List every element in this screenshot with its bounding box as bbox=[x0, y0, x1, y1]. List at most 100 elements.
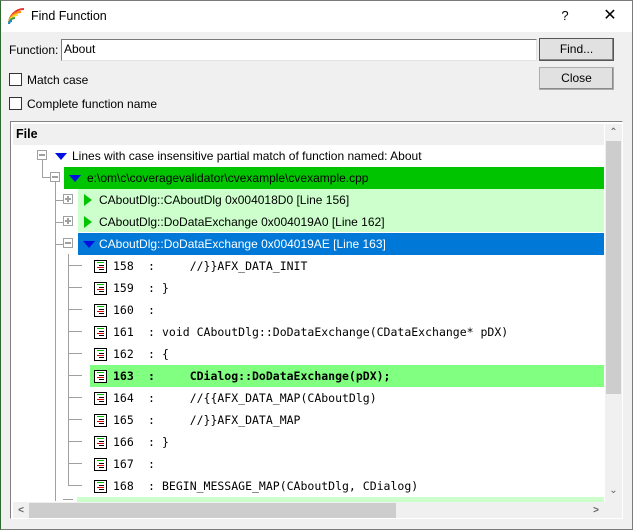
find-button[interactable]: Find... bbox=[539, 38, 614, 61]
tree-line bbox=[68, 463, 82, 464]
scroll-left-button[interactable]: < bbox=[13, 502, 29, 518]
match-case-label: Match case bbox=[27, 73, 89, 87]
source-code-line[interactable]: } bbox=[162, 277, 169, 299]
tree-line bbox=[68, 331, 82, 332]
tree-line bbox=[63, 499, 73, 500]
source-line-icon bbox=[94, 392, 107, 405]
line-separator: : bbox=[148, 479, 155, 493]
tree-line bbox=[68, 441, 82, 442]
tree-line bbox=[55, 181, 56, 501]
line-number: 167 bbox=[113, 457, 134, 471]
source-code-line[interactable]: //}}AFX_DATA_INIT bbox=[162, 255, 308, 277]
source-line-icon bbox=[94, 458, 107, 471]
function-label: Function: bbox=[9, 43, 59, 57]
tree-node-function-selected[interactable]: CAboutDlg::DoDataExchange 0x004019AE [Li… bbox=[99, 233, 386, 255]
scrollbar-corner bbox=[605, 502, 622, 518]
tree-line bbox=[55, 200, 63, 201]
source-line-icon bbox=[94, 414, 107, 427]
tree-line bbox=[55, 222, 63, 223]
source-code-line[interactable]: void CAboutDlg::DoDataExchange(CDataExch… bbox=[162, 321, 508, 343]
tree-line bbox=[68, 265, 82, 266]
tree-line bbox=[42, 160, 43, 178]
line-number: 168 bbox=[113, 479, 134, 493]
scroll-right-button[interactable]: > bbox=[588, 502, 604, 518]
tree-line bbox=[68, 254, 69, 485]
line-number: 160 bbox=[113, 303, 134, 317]
vertical-scroll-thumb[interactable] bbox=[606, 141, 621, 394]
find-function-dialog: Find Function ? ✕ Function: About Find..… bbox=[0, 0, 633, 530]
expand-toggle[interactable] bbox=[63, 216, 73, 226]
close-button[interactable]: Close bbox=[539, 67, 614, 90]
source-code-line[interactable]: //{{AFX_DATA_MAP(CAboutDlg) bbox=[162, 387, 377, 409]
expanded-triangle-icon bbox=[83, 241, 95, 248]
line-separator: : bbox=[148, 347, 155, 361]
tree-line bbox=[68, 353, 82, 354]
line-number: 163 bbox=[113, 369, 134, 383]
source-code-line[interactable]: BEGIN_MESSAGE_MAP(CAboutDlg, CDialog) bbox=[162, 475, 418, 497]
line-number: 165 bbox=[113, 413, 134, 427]
horizontal-scrollbar[interactable]: < > bbox=[13, 502, 605, 518]
tree-line bbox=[68, 375, 82, 376]
tree-line bbox=[68, 419, 82, 420]
tree-node-file[interactable]: e:\om\c\coveragevalidator\cvexample\cvex… bbox=[87, 167, 368, 189]
title-bar: Find Function ? ✕ bbox=[1, 1, 632, 32]
scroll-up-button[interactable]: ⌃ bbox=[605, 124, 622, 141]
source-line-icon bbox=[94, 370, 107, 383]
tree-line bbox=[68, 397, 82, 398]
line-separator: : bbox=[148, 413, 155, 427]
expand-toggle[interactable] bbox=[63, 194, 73, 204]
source-line-icon bbox=[94, 282, 107, 295]
collapse-toggle[interactable] bbox=[50, 172, 60, 182]
line-number: 161 bbox=[113, 325, 134, 339]
source-line-icon bbox=[94, 260, 107, 273]
complete-function-name-label: Complete function name bbox=[27, 97, 158, 111]
tree-line bbox=[68, 485, 82, 486]
tree-node-function[interactable]: CAboutDlg::CAboutDlg 0x004018D0 [Line 15… bbox=[99, 189, 349, 211]
collapse-toggle[interactable] bbox=[63, 238, 73, 248]
line-separator: : bbox=[148, 391, 155, 405]
collapse-toggle[interactable] bbox=[37, 150, 47, 160]
line-number: 166 bbox=[113, 435, 134, 449]
tree-line bbox=[55, 244, 63, 245]
match-case-checkbox[interactable] bbox=[9, 73, 22, 86]
scroll-down-button[interactable]: ⌄ bbox=[605, 484, 622, 501]
line-number: 164 bbox=[113, 391, 134, 405]
horizontal-scroll-thumb[interactable] bbox=[29, 503, 396, 518]
close-window-button[interactable]: ✕ bbox=[597, 5, 623, 27]
line-separator: : bbox=[148, 303, 155, 317]
source-line-icon bbox=[94, 348, 107, 361]
rainbow-arcs-icon bbox=[8, 8, 25, 25]
tree-line bbox=[68, 287, 82, 288]
line-separator: : bbox=[148, 435, 155, 449]
source-line-icon bbox=[94, 436, 107, 449]
vertical-scrollbar[interactable]: ⌃ ⌄ bbox=[605, 124, 622, 502]
source-line-icon bbox=[94, 304, 107, 317]
line-number: 162 bbox=[113, 347, 134, 361]
complete-function-name-checkbox[interactable] bbox=[9, 97, 22, 110]
tree-line bbox=[68, 309, 82, 310]
source-line-icon bbox=[94, 480, 107, 493]
line-separator: : bbox=[148, 369, 155, 383]
source-code-line[interactable]: //}}AFX_DATA_MAP bbox=[162, 409, 301, 431]
source-code-line[interactable]: } bbox=[162, 431, 169, 453]
window-title: Find Function bbox=[31, 9, 107, 23]
line-separator: : bbox=[148, 259, 155, 273]
column-header-file[interactable]: File bbox=[13, 124, 604, 145]
expanded-triangle-icon bbox=[69, 175, 81, 182]
expanded-triangle-icon bbox=[55, 153, 67, 160]
tree-node-query[interactable]: Lines with case insensitive partial matc… bbox=[72, 145, 422, 167]
source-code-line[interactable]: { bbox=[162, 343, 169, 365]
function-input[interactable]: About bbox=[61, 39, 537, 61]
collapsed-triangle-icon bbox=[84, 194, 92, 206]
line-number: 159 bbox=[113, 281, 134, 295]
source-code-line[interactable]: CDialog::DoDataExchange(pDX); bbox=[162, 365, 391, 387]
collapsed-triangle-icon bbox=[84, 216, 92, 228]
help-button[interactable]: ? bbox=[553, 5, 577, 27]
tree-line bbox=[42, 177, 50, 178]
line-separator: : bbox=[148, 281, 155, 295]
source-line-icon bbox=[94, 326, 107, 339]
tree-node-function[interactable]: CAboutDlg::DoDataExchange 0x004019A0 [Li… bbox=[99, 211, 385, 233]
results-tree[interactable]: File Lines with case insensitive partial… bbox=[10, 121, 623, 519]
line-separator: : bbox=[148, 457, 155, 471]
line-number: 158 bbox=[113, 259, 134, 273]
